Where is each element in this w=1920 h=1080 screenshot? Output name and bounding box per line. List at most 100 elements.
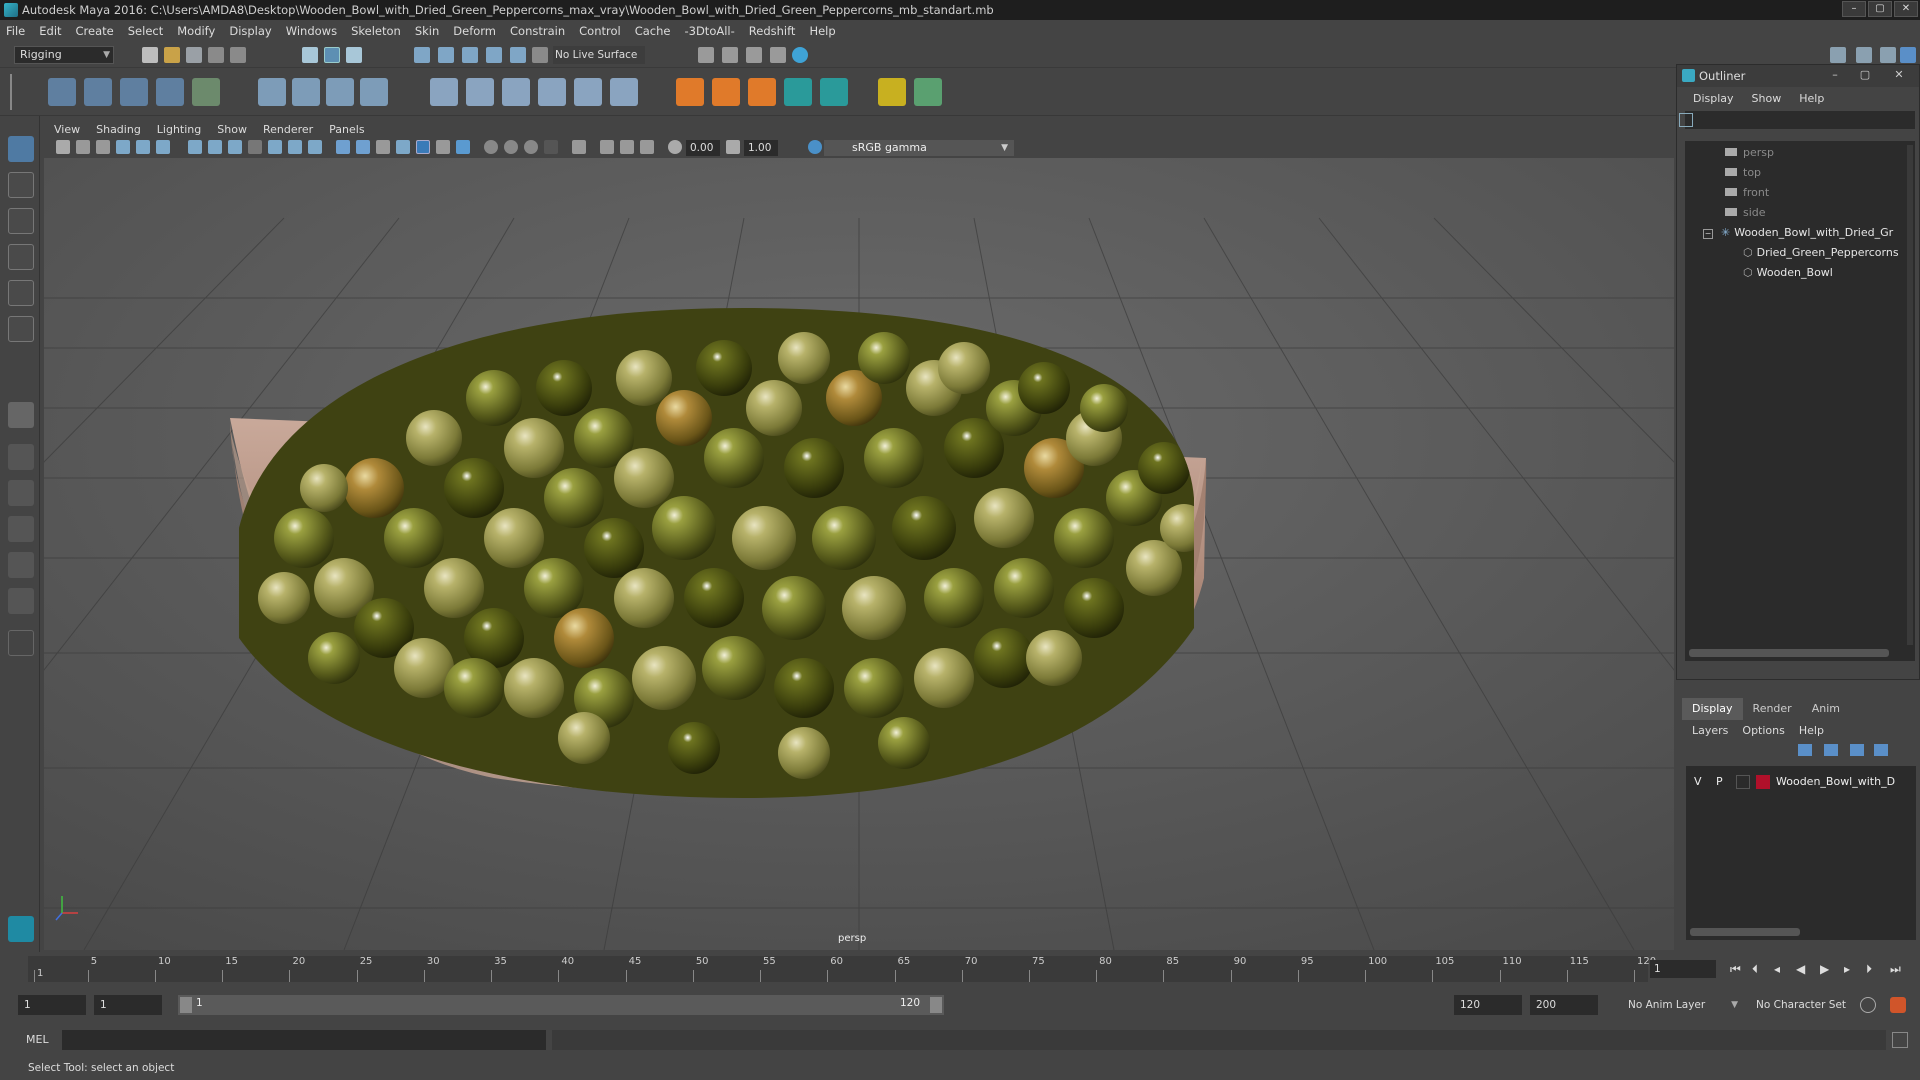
tab-display[interactable]: Display: [1682, 698, 1743, 720]
set-driven-key-icon[interactable]: [748, 78, 776, 106]
hypershade-icon[interactable]: [770, 47, 786, 63]
outliner-item-peppercorns[interactable]: ⬡ Dried_Green_Peppercorns: [1743, 243, 1899, 263]
2d-pan-zoom-icon[interactable]: [136, 140, 150, 154]
field-chart-icon[interactable]: [268, 140, 282, 154]
textured-icon[interactable]: [416, 140, 430, 154]
anim-layer-select[interactable]: No Anim Layer ▼: [1622, 995, 1742, 1015]
menu-select[interactable]: Select: [128, 24, 163, 38]
xray-joints-icon[interactable]: [640, 140, 654, 154]
menu-create[interactable]: Create: [76, 24, 114, 38]
grid-icon[interactable]: [188, 140, 202, 154]
select-by-hierarchy-icon[interactable]: [302, 47, 318, 63]
outliner-search-field[interactable]: [1679, 111, 1915, 129]
persp-graph-layout-icon[interactable]: [8, 516, 34, 542]
gamma-icon[interactable]: [726, 140, 740, 154]
outliner-menu-display[interactable]: Display: [1693, 92, 1734, 105]
select-tool-icon[interactable]: [8, 136, 34, 162]
menu-help[interactable]: Help: [809, 24, 835, 38]
color-management-icon[interactable]: [808, 140, 822, 154]
smooth-shade-icon[interactable]: [356, 140, 370, 154]
orient-constraint-icon[interactable]: [466, 78, 494, 106]
mel-label[interactable]: MEL: [26, 1033, 49, 1046]
create-joints-icon[interactable]: [48, 78, 76, 106]
character-set-select[interactable]: No Character Set: [1750, 995, 1866, 1015]
shadows-icon[interactable]: [456, 140, 470, 154]
outliner-item-bowl[interactable]: ⬡ Wooden_Bowl: [1743, 263, 1833, 283]
isolate-select-icon[interactable]: [572, 140, 586, 154]
menu-skin[interactable]: Skin: [415, 24, 439, 38]
snap-point-icon[interactable]: [462, 47, 478, 63]
grease-pencil-icon[interactable]: [156, 140, 170, 154]
quick-rig-icon[interactable]: [192, 78, 220, 106]
maximize-button[interactable]: ▢: [1868, 1, 1892, 17]
viewport-menu-panels[interactable]: Panels: [329, 123, 364, 136]
layer-menu-layers[interactable]: Layers: [1692, 724, 1728, 737]
outliner-menu-show[interactable]: Show: [1752, 92, 1782, 105]
menu-display[interactable]: Display: [229, 24, 271, 38]
use-all-lights-icon[interactable]: [436, 140, 450, 154]
four-view-layout-icon[interactable]: [8, 444, 34, 470]
human-ik-icon[interactable]: [784, 78, 812, 106]
menu-set-select[interactable]: Rigging ▼: [14, 46, 114, 64]
safe-title-icon[interactable]: [308, 140, 322, 154]
film-gate-icon[interactable]: [208, 140, 222, 154]
persp-outliner-layout-icon[interactable]: [8, 480, 34, 506]
viewport-menu-shading[interactable]: Shading: [96, 123, 141, 136]
undo-icon[interactable]: [208, 47, 224, 63]
wireframe-on-shaded-icon[interactable]: [376, 140, 390, 154]
character-controls-icon[interactable]: [820, 78, 848, 106]
single-perspective-layout-icon[interactable]: [8, 402, 34, 428]
outliner-horizontal-scrollbar[interactable]: [1689, 649, 1889, 657]
viewport-menu-lighting[interactable]: Lighting: [157, 123, 201, 136]
playback-end-field[interactable]: 120: [1454, 995, 1522, 1015]
layer-menu-options[interactable]: Options: [1742, 724, 1784, 737]
default-material-icon[interactable]: [396, 140, 410, 154]
bookmark-icon[interactable]: [96, 140, 110, 154]
animation-end-field[interactable]: 200: [1530, 995, 1598, 1015]
xray-icon[interactable]: [600, 140, 614, 154]
auto-key-icon[interactable]: [1860, 997, 1876, 1013]
go-to-start-icon[interactable]: ⏮: [1730, 962, 1741, 977]
ik-handle-icon[interactable]: [120, 78, 148, 106]
motion-blur-icon[interactable]: [504, 140, 518, 154]
layer-playback-toggle[interactable]: P: [1716, 772, 1723, 792]
shelf-tabs-icon[interactable]: [10, 74, 26, 110]
xray-active-components-icon[interactable]: [620, 140, 634, 154]
ipr-render-icon[interactable]: [722, 47, 738, 63]
locator-icon[interactable]: [676, 78, 704, 106]
camera-attributes-icon[interactable]: [76, 140, 90, 154]
collapse-icon[interactable]: −: [1703, 229, 1713, 239]
range-slider[interactable]: 1 120: [178, 995, 944, 1015]
paint-select-tool-icon[interactable]: [8, 208, 34, 234]
blend-shape-icon[interactable]: [914, 78, 942, 106]
scale-constraint-icon[interactable]: [538, 78, 566, 106]
move-layer-up-icon[interactable]: [1798, 744, 1812, 756]
step-forward-key-icon[interactable]: ⏵: [1866, 962, 1872, 977]
layer-row[interactable]: V P Wooden_Bowl_with_D: [1686, 772, 1916, 792]
render-current-frame-icon[interactable]: [698, 47, 714, 63]
open-scene-icon[interactable]: [164, 47, 180, 63]
lasso-tool-icon[interactable]: [8, 172, 34, 198]
tab-render[interactable]: Render: [1743, 698, 1802, 720]
menu-deform[interactable]: Deform: [453, 24, 496, 38]
step-back-key-icon[interactable]: ⏴: [1752, 962, 1758, 977]
current-frame-field[interactable]: 1: [1650, 960, 1716, 978]
move-tool-icon[interactable]: [8, 244, 34, 270]
bind-skin-icon[interactable]: [258, 78, 286, 106]
toggle-channel-box-icon[interactable]: [1880, 47, 1896, 63]
outliner-item-persp[interactable]: persp: [1725, 143, 1774, 163]
make-live-icon[interactable]: [510, 47, 526, 63]
menu-constrain[interactable]: Constrain: [510, 24, 565, 38]
gate-mask-icon[interactable]: [248, 140, 262, 154]
scale-tool-icon[interactable]: [8, 316, 34, 342]
lattice-icon[interactable]: [326, 78, 354, 106]
menu-cache[interactable]: Cache: [635, 24, 671, 38]
pole-vector-constraint-icon[interactable]: [610, 78, 638, 106]
outliner-close-button[interactable]: ✕: [1891, 68, 1907, 82]
animation-preferences-icon[interactable]: [1890, 997, 1906, 1013]
toggle-attribute-editor-icon[interactable]: [1856, 47, 1872, 63]
menu-3dtoall[interactable]: -3DtoAll-: [684, 24, 734, 38]
screen-space-ao-icon[interactable]: [484, 140, 498, 154]
range-end-handle[interactable]: [930, 997, 942, 1013]
outliner-menu-help[interactable]: Help: [1799, 92, 1824, 105]
